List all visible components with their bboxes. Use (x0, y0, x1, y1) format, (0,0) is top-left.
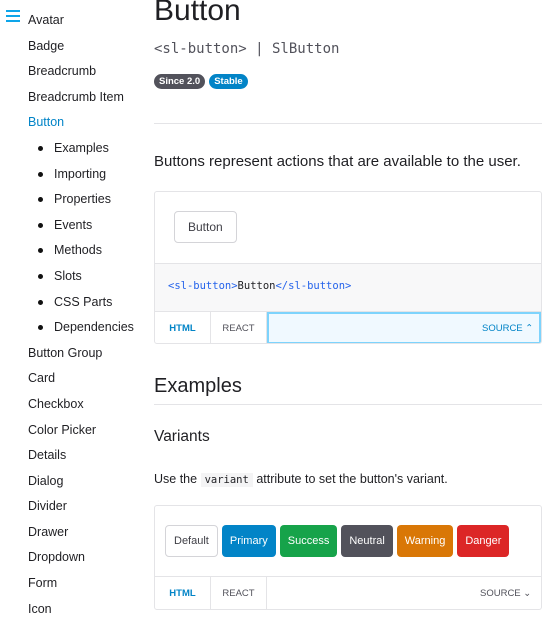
variant-button-neutral[interactable]: Neutral (341, 525, 393, 557)
sidebar-item-avatar[interactable]: Avatar (28, 11, 148, 37)
since-badge: Since 2.0 (154, 74, 206, 89)
code-open-tag: <sl-button> (168, 280, 238, 292)
sidebar-item-methods[interactable]: Methods (28, 241, 148, 267)
sidebar-nav: Avatar Badge Breadcrumb Breadcrumb Item Butt… (28, 11, 148, 625)
examples-heading: Examples (154, 375, 242, 397)
sidebar-item-dependencies[interactable]: Dependencies (28, 318, 148, 344)
sidebar-item-dropdown[interactable]: Dropdown (28, 548, 148, 574)
divider (154, 123, 542, 124)
menu-icon[interactable] (6, 10, 20, 22)
sidebar-item-properties[interactable]: Properties (28, 190, 148, 216)
stable-badge: Stable (209, 74, 248, 89)
variants-heading: Variants (154, 428, 210, 445)
sidebar-item-form[interactable]: Form (28, 574, 148, 600)
sidebar-item-dialog[interactable]: Dialog (28, 472, 148, 498)
variant-button-danger[interactable]: Danger (457, 525, 510, 557)
source-toggle[interactable]: SOURCE ⌃ (267, 312, 541, 343)
source-toggle[interactable]: SOURCE ⌄ (267, 577, 541, 609)
tab-react[interactable]: REACT (211, 312, 267, 343)
variant-button-success[interactable]: Success (279, 525, 338, 557)
sidebar-item-importing[interactable]: Importing (28, 165, 148, 191)
sidebar-item-checkbox[interactable]: Checkbox (28, 395, 148, 421)
component-tag: <sl-button> | SlButton (154, 41, 340, 57)
tab-html[interactable]: HTML (155, 312, 211, 343)
sidebar-item-divider[interactable]: Divider (28, 497, 148, 523)
variants-demo-box: Default Primary Success Neutral Warning Dange… (154, 505, 542, 610)
variant-button-default[interactable]: Default (165, 525, 218, 557)
variant-button-primary[interactable]: Primary (221, 525, 276, 557)
tab-html[interactable]: HTML (155, 577, 211, 609)
sidebar-item-card[interactable]: Card (28, 369, 148, 395)
sidebar-item-breadcrumb-item[interactable]: Breadcrumb Item (28, 88, 148, 114)
sidebar-item-drawer[interactable]: Drawer (28, 523, 148, 549)
sidebar-item-button[interactable]: Button (28, 113, 148, 139)
divider (154, 404, 542, 405)
sidebar-item-slots[interactable]: Slots (28, 267, 148, 293)
inline-code: variant (200, 473, 253, 487)
demo-box: Button <sl-button>Button</sl-button> HTM… (154, 191, 542, 344)
sidebar-item-color-picker[interactable]: Color Picker (28, 421, 148, 447)
variants-text: Use the variant attribute to set the but… (154, 472, 448, 487)
sidebar-item-details[interactable]: Details (28, 446, 148, 472)
demo-button[interactable]: Button (174, 211, 237, 243)
sidebar-item-examples[interactable]: Examples (28, 139, 148, 165)
page-title: Button (154, 0, 241, 27)
sidebar-item-css-parts[interactable]: CSS Parts (28, 293, 148, 319)
code-close-tag: </sl-button> (275, 280, 352, 292)
sidebar-item-button-group[interactable]: Button Group (28, 344, 148, 370)
sidebar-item-badge[interactable]: Badge (28, 37, 148, 63)
code-block: <sl-button>Button</sl-button> (155, 263, 541, 311)
sidebar-item-events[interactable]: Events (28, 216, 148, 242)
sidebar-item-icon[interactable]: Icon (28, 600, 148, 625)
variant-button-warning[interactable]: Warning (396, 525, 454, 557)
code-text: Button (237, 280, 276, 292)
tab-react[interactable]: REACT (211, 577, 267, 609)
description: Buttons represent actions that are avail… (154, 153, 521, 170)
sidebar-item-breadcrumb[interactable]: Breadcrumb (28, 62, 148, 88)
